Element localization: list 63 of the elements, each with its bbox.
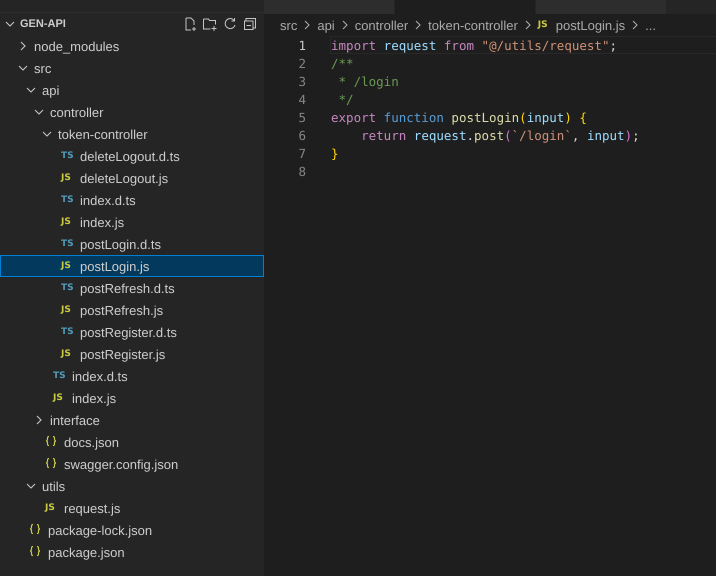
file-item[interactable]: TS postRefresh.d.ts — [0, 277, 264, 299]
folder-item[interactable]: controller — [0, 101, 264, 123]
javascript-file-icon: JS — [45, 503, 59, 513]
folder-item[interactable]: token-controller — [0, 123, 264, 145]
line-number: 5 — [297, 110, 306, 124]
line-number: 2 — [297, 56, 306, 70]
line-number: 4 — [297, 92, 306, 106]
refresh-icon[interactable] — [222, 16, 238, 32]
line-number: 8 — [297, 164, 306, 178]
javascript-file-icon: JS — [61, 217, 75, 227]
file-item[interactable]: swagger.config.json — [0, 453, 264, 475]
code-line: export function postLogin(input) { — [330, 109, 588, 126]
folder-item[interactable]: interface — [0, 409, 264, 431]
file-item[interactable]: JS deleteLogout.js — [0, 167, 264, 189]
folder-item[interactable]: node_modules — [0, 35, 264, 57]
code-line: */ — [338, 91, 355, 108]
file-item[interactable]: TS postLogin.d.ts — [0, 233, 264, 255]
breadcrumb-item[interactable]: api — [317, 18, 335, 32]
breadcrumb-item[interactable]: token-controller — [428, 18, 518, 32]
folder-item[interactable]: api — [0, 79, 264, 101]
explorer-title: GEN-API — [20, 18, 67, 30]
code-line: return request.post(`/login`, input); — [360, 127, 641, 144]
file-item[interactable]: TS index.d.ts — [0, 189, 264, 211]
file-item[interactable]: JS postRefresh.js — [0, 299, 264, 321]
code-line: } — [330, 145, 340, 162]
javascript-file-icon: JS — [53, 393, 67, 403]
file-item[interactable]: TS postRegister.d.ts — [0, 321, 264, 343]
file-item[interactable]: JS postRegister.js — [0, 343, 264, 365]
file-item[interactable]: TS index.d.ts — [0, 365, 264, 387]
javascript-file-icon: JS — [61, 349, 75, 359]
file-item[interactable]: docs.json — [0, 431, 264, 453]
file-item[interactable]: JS index.js — [0, 211, 264, 233]
typescript-file-icon: TS — [61, 239, 75, 249]
typescript-file-icon: TS — [61, 327, 75, 337]
file-item[interactable]: TS deleteLogout.d.ts — [0, 145, 264, 167]
javascript-file-icon: JS — [538, 20, 552, 30]
line-number: 6 — [297, 128, 306, 142]
typescript-file-icon: TS — [61, 283, 75, 293]
file-item[interactable]: package-lock.json — [0, 519, 264, 541]
file-item[interactable]: JS postLogin.js — [0, 255, 264, 277]
line-number: 7 — [297, 146, 306, 160]
file-item[interactable]: package.json — [0, 541, 264, 563]
javascript-file-icon: JS — [61, 173, 75, 183]
line-number: 1 — [297, 38, 306, 52]
javascript-file-icon: JS — [61, 305, 75, 315]
code-line: * /login — [338, 73, 400, 90]
typescript-file-icon: TS — [61, 151, 75, 161]
new-folder-icon[interactable] — [202, 16, 218, 32]
file-item[interactable]: JS index.js — [0, 387, 264, 409]
code-line: import request from "@/utils/request"; — [330, 36, 716, 54]
breadcrumb-item[interactable]: src — [280, 18, 298, 32]
breadcrumb-item[interactable]: postLogin.js — [556, 18, 626, 32]
collapse-all-icon[interactable] — [242, 16, 258, 32]
folder-item[interactable]: utils — [0, 475, 264, 497]
typescript-file-icon: TS — [53, 371, 67, 381]
folder-item[interactable]: src — [0, 57, 264, 79]
breadcrumb-item[interactable]: ... — [645, 18, 656, 32]
code-line: /** — [330, 55, 355, 72]
typescript-file-icon: TS — [61, 195, 75, 205]
breadcrumb-item[interactable]: controller — [354, 18, 408, 32]
javascript-file-icon: JS — [61, 261, 75, 271]
line-number: 3 — [297, 74, 306, 88]
file-item[interactable]: JS request.js — [0, 497, 264, 519]
